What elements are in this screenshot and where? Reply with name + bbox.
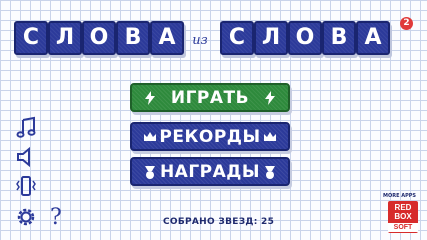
stars-collected-label: СОБРАНО ЗВЕЗД: 25 bbox=[163, 217, 275, 227]
crown-icon bbox=[144, 131, 156, 141]
question-mark-icon[interactable]: ? bbox=[50, 205, 62, 230]
music-note-icon[interactable] bbox=[14, 116, 38, 140]
awards-button-label: НАГРАДЫ bbox=[159, 161, 261, 182]
gear-icon[interactable] bbox=[14, 205, 38, 229]
vibration-icon[interactable] bbox=[14, 174, 38, 198]
play-button[interactable]: ИГРАТЬ bbox=[130, 83, 290, 112]
lightning-icon bbox=[265, 90, 275, 105]
title-letter: О bbox=[82, 21, 116, 55]
title-letter: А bbox=[356, 21, 390, 55]
logo-line-box: BOX bbox=[394, 212, 412, 221]
title-connector: из bbox=[192, 33, 208, 48]
title-letter: С bbox=[14, 21, 48, 55]
redbox-soft-logo[interactable]: RED BOX SOFT bbox=[388, 201, 418, 233]
crown-icon bbox=[264, 131, 276, 141]
medal-icon bbox=[145, 165, 155, 179]
title-letter: С bbox=[220, 21, 254, 55]
title-letter: Л bbox=[254, 21, 288, 55]
logo-line-red: RED bbox=[394, 203, 412, 212]
awards-button[interactable]: НАГРАДЫ bbox=[130, 157, 290, 186]
play-button-label: ИГРАТЬ bbox=[170, 87, 250, 108]
records-button[interactable]: РЕКОРДЫ bbox=[130, 122, 290, 151]
title-letter: Л bbox=[48, 21, 82, 55]
records-button-label: РЕКОРДЫ bbox=[159, 126, 261, 147]
title-letter: В bbox=[116, 21, 150, 55]
medal-icon bbox=[265, 165, 275, 179]
title-letter: В bbox=[322, 21, 356, 55]
speaker-icon[interactable] bbox=[14, 145, 38, 169]
more-apps-label[interactable]: MORE APPS bbox=[383, 193, 416, 199]
logo-line-soft: SOFT bbox=[388, 223, 418, 232]
lightning-icon bbox=[145, 90, 155, 105]
title-letter: А bbox=[150, 21, 184, 55]
title-letter: О bbox=[288, 21, 322, 55]
version-badge: 2 bbox=[400, 17, 413, 30]
